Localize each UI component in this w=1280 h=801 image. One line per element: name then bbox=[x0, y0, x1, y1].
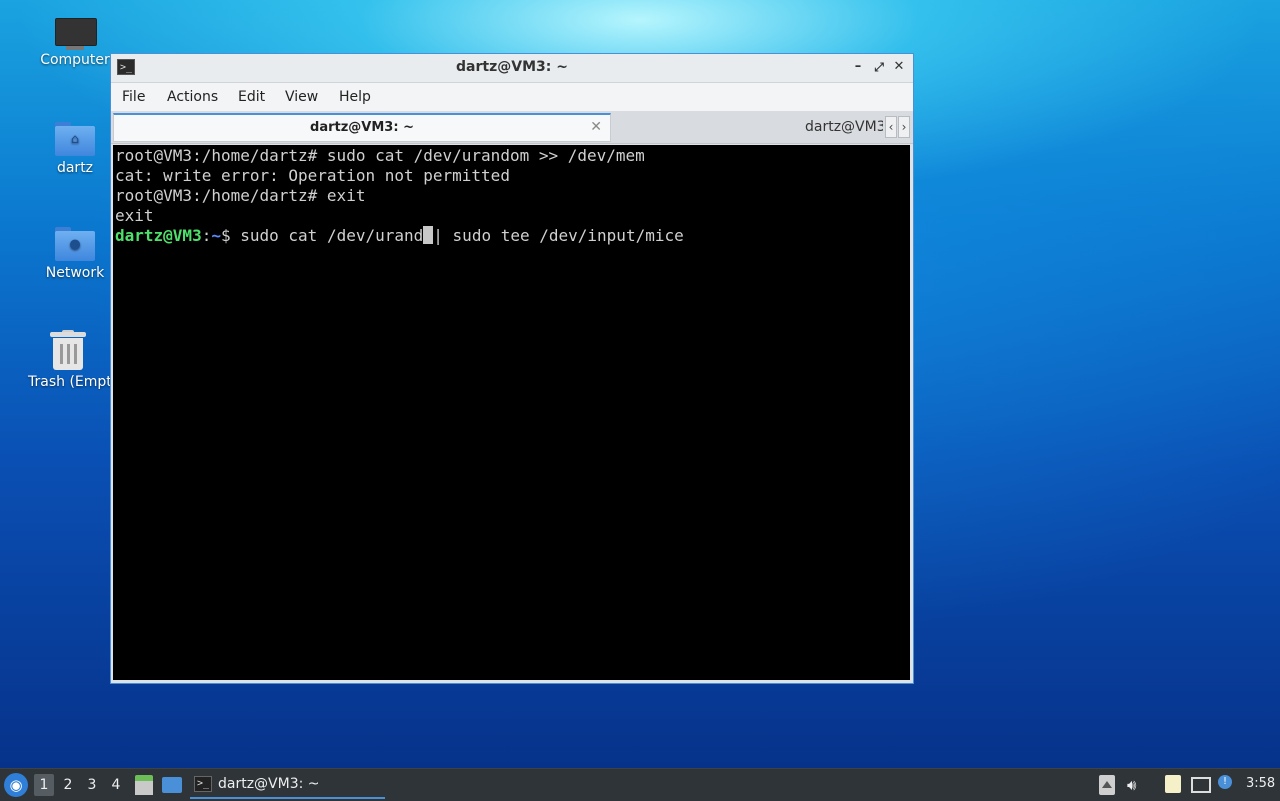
notification-icon[interactable]: ! bbox=[1218, 775, 1232, 789]
workspace-3[interactable]: 3 bbox=[82, 774, 102, 796]
desktop-icon-trash[interactable]: Trash (Empty) bbox=[25, 330, 110, 390]
clipboard-icon[interactable] bbox=[1165, 775, 1181, 793]
window-titlebar[interactable]: >_ dartz@VM3: ~ – ⤢ ✕ bbox=[111, 54, 913, 83]
tab-terminal-1[interactable]: dartz@VM3: ~ ✕ bbox=[113, 113, 611, 142]
terminal-line: root@VM3:/home/dartz# sudo cat /dev/uran… bbox=[115, 146, 645, 165]
volume-icon[interactable]: 🔊︎ bbox=[1127, 775, 1147, 795]
prompt-user: dartz@VM3 bbox=[115, 226, 202, 245]
start-menu-icon[interactable]: ◉ bbox=[4, 773, 28, 797]
menu-edit[interactable]: Edit bbox=[238, 89, 265, 105]
workspace-4[interactable]: 4 bbox=[106, 774, 126, 796]
tab-label: dartz@VM3: ~ bbox=[805, 119, 883, 135]
menu-help[interactable]: Help bbox=[339, 89, 371, 105]
home-folder-icon: ⌂ bbox=[55, 122, 95, 156]
workspace-1[interactable]: 1 bbox=[34, 774, 54, 796]
taskbar: ◉ 1 2 3 4 >_ dartz@VM3: ~ 🔊︎ ! 3:58 bbox=[0, 768, 1280, 801]
menu-view[interactable]: View bbox=[285, 89, 318, 105]
menu-bar: File Actions Edit View Help bbox=[111, 83, 913, 111]
menu-file[interactable]: File bbox=[122, 89, 145, 105]
network-folder-icon: ● bbox=[55, 227, 95, 261]
prompt-path: ~ bbox=[211, 226, 221, 245]
trash-icon bbox=[49, 330, 86, 370]
tab-close-icon[interactable]: ✕ bbox=[590, 119, 602, 135]
terminal-task-icon: >_ bbox=[194, 776, 212, 792]
clock[interactable]: 3:58 bbox=[1246, 776, 1275, 791]
desktop: Computer ⌂ dartz ● Network Trash (Empty)… bbox=[0, 0, 1280, 801]
computer-icon bbox=[55, 18, 97, 50]
text-cursor bbox=[423, 226, 434, 244]
command-text: sudo cat /dev/urand bbox=[240, 226, 424, 245]
terminal-line: cat: write error: Operation not permitte… bbox=[115, 166, 510, 185]
window-title: dartz@VM3: ~ bbox=[456, 59, 568, 75]
command-text-after-cursor: | sudo tee /dev/input/mice bbox=[433, 226, 684, 245]
show-desktop-icon[interactable] bbox=[162, 777, 182, 793]
menu-actions[interactable]: Actions bbox=[167, 89, 218, 105]
terminal-line: exit bbox=[115, 206, 154, 225]
tab-scroll-left-button[interactable]: ‹ bbox=[885, 116, 897, 138]
file-manager-icon[interactable] bbox=[135, 775, 153, 795]
terminal-window: >_ dartz@VM3: ~ – ⤢ ✕ File Actions Edit … bbox=[110, 53, 914, 684]
terminal-line: root@VM3:/home/dartz# exit bbox=[115, 186, 366, 205]
desktop-icon-label: Trash (Empty) bbox=[28, 374, 110, 390]
tab-scroll-right-button[interactable]: › bbox=[898, 116, 910, 138]
prompt-separator: : bbox=[201, 226, 212, 245]
terminal-output[interactable]: root@VM3:/home/dartz# sudo cat /dev/uran… bbox=[113, 145, 910, 680]
tab-bar: dartz@VM3: ~ ✕ dartz@VM3: ~ ‹ › bbox=[111, 111, 913, 144]
tab-terminal-2[interactable]: dartz@VM3: ~ bbox=[613, 113, 883, 142]
network-status-icon[interactable] bbox=[1191, 777, 1211, 793]
maximize-button[interactable]: ⤢ bbox=[870, 58, 888, 76]
close-button[interactable]: ✕ bbox=[890, 58, 908, 76]
update-icon[interactable] bbox=[1099, 775, 1115, 795]
terminal-prompt-line: dartz@VM3:~$ sudo cat /dev/urand | sudo t… bbox=[115, 226, 684, 246]
prompt-symbol: $ bbox=[220, 226, 241, 245]
tab-label: dartz@VM3: ~ bbox=[310, 120, 414, 135]
task-label: dartz@VM3: ~ bbox=[218, 776, 320, 792]
workspace-2[interactable]: 2 bbox=[58, 774, 78, 796]
minimize-button[interactable]: – bbox=[849, 58, 867, 76]
taskbar-task-terminal[interactable]: >_ dartz@VM3: ~ bbox=[190, 771, 385, 799]
